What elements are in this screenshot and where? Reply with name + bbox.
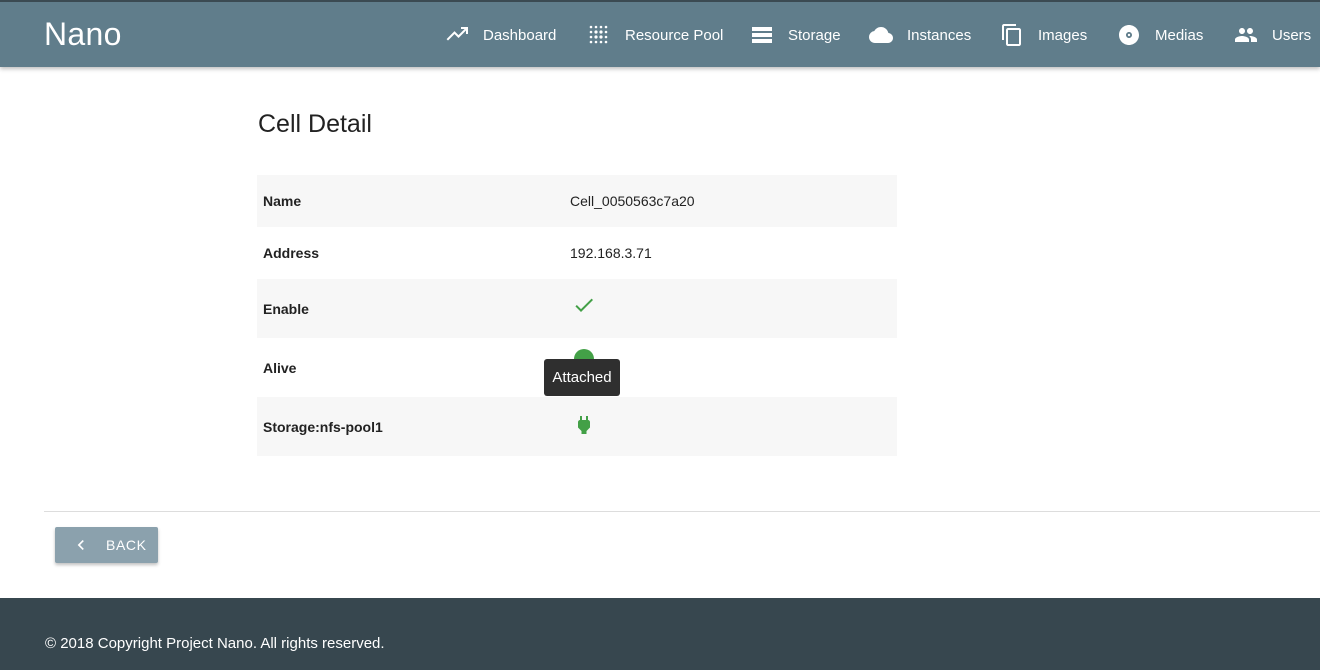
copyright-text: © 2018 Copyright Project Nano. All right…	[45, 635, 385, 652]
row-key-storage: Storage:nfs-pool1	[263, 418, 383, 435]
disc-icon	[1119, 25, 1139, 45]
row-value-address: 192.168.3.71	[570, 245, 652, 261]
nav-images[interactable]: Images	[1000, 22, 1087, 48]
plug-icon	[578, 415, 590, 434]
row-value-storage[interactable]	[570, 397, 897, 456]
people-icon	[1235, 28, 1257, 42]
nav-dashboard-label: Dashboard	[483, 26, 557, 44]
nav-medias-label: Medias	[1155, 26, 1204, 44]
cloud-icon	[869, 27, 893, 43]
top-app-bar: Nano Dashboard Resource Pool Storage Ins…	[0, 0, 1320, 67]
back-button[interactable]: BACK	[55, 527, 158, 563]
chevron-left-icon	[77, 540, 84, 550]
brand-logo[interactable]: Nano	[44, 16, 122, 53]
divider	[44, 511, 1320, 512]
row-key-alive: Alive	[263, 359, 297, 376]
page-title: Cell Detail	[258, 110, 372, 138]
row-value-name: Cell_0050563c7a20	[570, 193, 695, 209]
nav-resource-pool-label: Resource Pool	[625, 26, 724, 44]
nav-medias[interactable]: Medias	[1117, 22, 1203, 48]
nav-users[interactable]: Users	[1234, 22, 1311, 48]
nav-images-label: Images	[1038, 26, 1088, 44]
grain-icon	[589, 25, 608, 44]
copy-icon	[1002, 24, 1021, 46]
cell-detail-table: Name Cell_0050563c7a20 Address 192.168.3…	[257, 175, 897, 456]
nav-dashboard[interactable]: Dashboard	[445, 22, 556, 48]
dashboard-icon	[446, 27, 468, 41]
nav-resource-pool[interactable]: Resource Pool	[587, 22, 723, 48]
row-key-enable: Enable	[263, 300, 309, 317]
storage-icon	[752, 27, 772, 43]
attached-tooltip: Attached	[544, 359, 620, 396]
nav-storage-label: Storage	[788, 26, 841, 44]
check-icon	[575, 298, 593, 312]
nav-instances[interactable]: Instances	[869, 22, 971, 48]
row-key-address: Address	[263, 245, 320, 261]
back-button-label: BACK	[106, 537, 147, 553]
row-value-enable	[570, 279, 897, 338]
table-row-storage: Storage:nfs-pool1	[257, 397, 897, 456]
nav-storage[interactable]: Storage	[750, 22, 841, 48]
footer: © 2018 Copyright Project Nano. All right…	[0, 598, 1320, 670]
nav-users-label: Users	[1272, 26, 1312, 44]
page: Nano Dashboard Resource Pool Storage Ins…	[0, 0, 1320, 670]
table-row-name: Name Cell_0050563c7a20	[257, 175, 897, 227]
table-row-enable: Enable	[257, 279, 897, 338]
row-key-name: Name	[263, 193, 302, 209]
table-row-address: Address 192.168.3.71	[257, 227, 897, 279]
nav-instances-label: Instances	[907, 26, 972, 44]
